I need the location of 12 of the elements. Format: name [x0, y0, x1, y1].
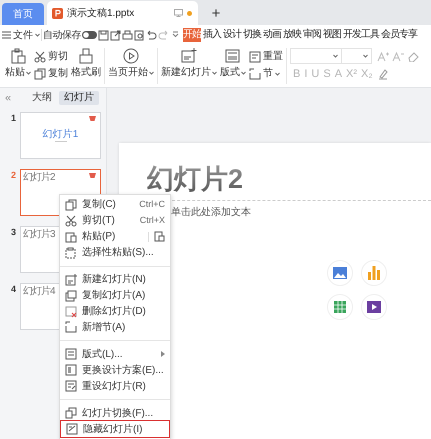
thumbnail-title: 幻灯片4 — [23, 286, 55, 297]
tab-title: 演示文稿1.pptx — [67, 6, 136, 20]
thumbnail-title: 幻灯片2 — [23, 172, 55, 183]
thumbnail-title: 幻灯片1 — [42, 129, 78, 140]
thumbnail-title: 幻灯片3 — [23, 229, 55, 240]
slide-number: 3 — [10, 226, 18, 239]
shortcut-label: Ctrl+X — [140, 214, 165, 228]
slide-number: 4 — [10, 283, 18, 296]
slide-number: 1 — [10, 112, 18, 125]
shortcut-label: Ctrl+C — [139, 198, 165, 212]
slide-number: 2 — [10, 169, 18, 182]
autosave-label: 自动保存 — [43, 28, 81, 42]
